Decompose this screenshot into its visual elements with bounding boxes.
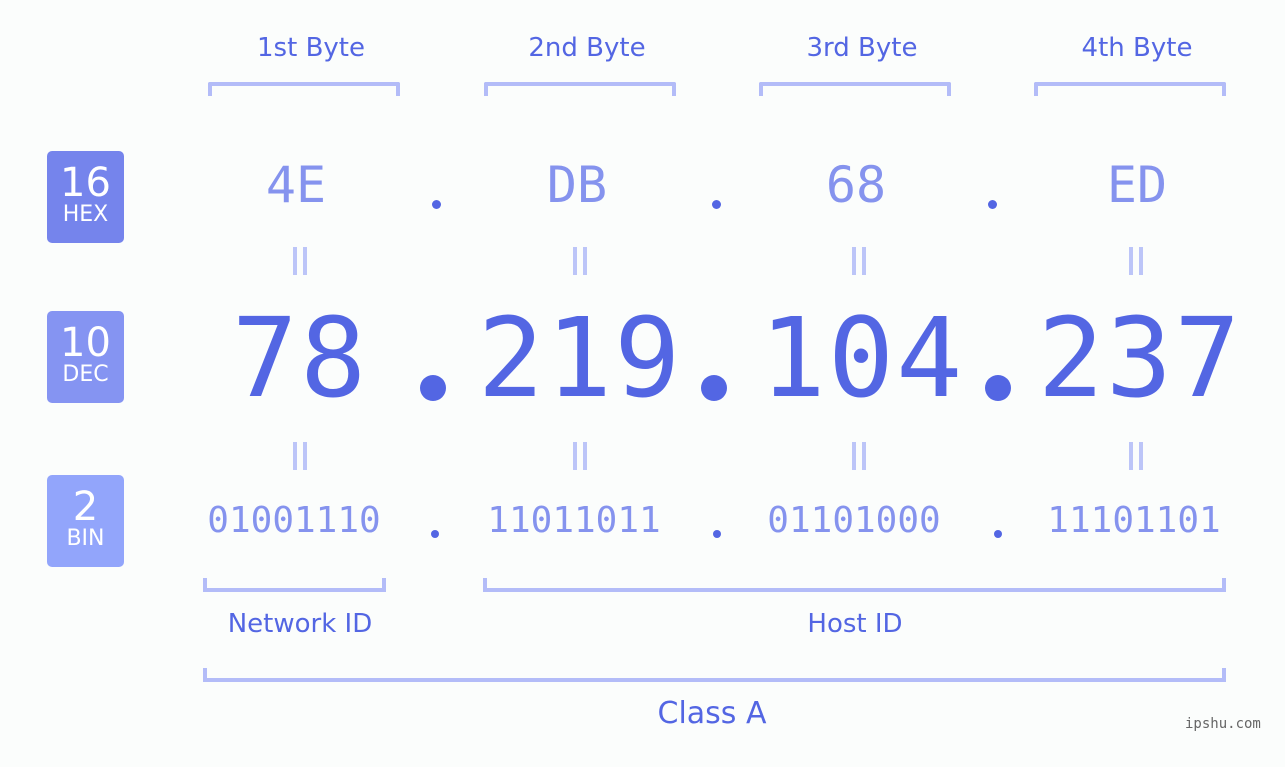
- hex-dot-separator: [988, 200, 997, 209]
- dec-dot-separator: [701, 375, 727, 401]
- hex-value-1: 4E: [265, 156, 327, 214]
- byte-header-4: 4th Byte: [1081, 33, 1193, 63]
- equals-icon: [573, 247, 587, 275]
- hex-badge-number: 16: [60, 160, 111, 206]
- equals-icon: [852, 247, 866, 275]
- hex-dot-separator: [712, 200, 721, 209]
- equals-icon: [1129, 247, 1143, 275]
- watermark: ipshu.com: [1185, 716, 1261, 732]
- equals-icon: [1129, 442, 1143, 470]
- dec-value-2: 219: [477, 294, 683, 422]
- byte-header-2: 2nd Byte: [528, 33, 646, 63]
- byte-bracket-3: [759, 82, 951, 96]
- host-id-bracket: [483, 578, 1226, 592]
- hex-value-2: DB: [546, 156, 608, 214]
- equals-icon: [573, 442, 587, 470]
- bin-dot-separator: [431, 530, 439, 538]
- byte-bracket-2: [484, 82, 676, 96]
- bin-dot-separator: [994, 530, 1002, 538]
- dec-value-3: 104: [759, 294, 965, 422]
- bin-value-1: 01001110: [207, 500, 381, 541]
- bin-value-3: 01101000: [767, 500, 941, 541]
- class-label: Class A: [657, 696, 767, 731]
- dec-dot-separator: [420, 375, 446, 401]
- hex-badge-label: HEX: [62, 202, 109, 227]
- dec-badge: 10 DEC: [47, 311, 124, 403]
- equals-icon: [293, 247, 307, 275]
- network-id-label: Network ID: [227, 609, 373, 639]
- dec-dot-separator: [985, 375, 1011, 401]
- bin-value-2: 11011011: [487, 500, 661, 541]
- bin-value-4: 11101101: [1047, 500, 1221, 541]
- byte-header-3: 3rd Byte: [806, 33, 918, 63]
- bin-badge-number: 2: [72, 484, 99, 530]
- hex-value-4: ED: [1106, 156, 1168, 214]
- dec-badge-label: DEC: [62, 362, 109, 387]
- bin-badge: 2 BIN: [47, 475, 124, 567]
- network-id-bracket: [203, 578, 386, 592]
- class-bracket: [203, 668, 1226, 682]
- bin-badge-label: BIN: [66, 526, 105, 551]
- hex-badge: 16 HEX: [47, 151, 124, 243]
- byte-bracket-4: [1034, 82, 1226, 96]
- dec-value-4: 237: [1037, 294, 1243, 422]
- bin-dot-separator: [713, 530, 721, 538]
- byte-bracket-1: [208, 82, 400, 96]
- dec-badge-number: 10: [60, 320, 111, 366]
- equals-icon: [852, 442, 866, 470]
- host-id-label: Host ID: [807, 609, 903, 639]
- byte-header-1: 1st Byte: [257, 33, 365, 63]
- dec-value-1: 78: [231, 294, 369, 422]
- hex-value-3: 68: [825, 156, 887, 214]
- equals-icon: [293, 442, 307, 470]
- hex-dot-separator: [432, 200, 441, 209]
